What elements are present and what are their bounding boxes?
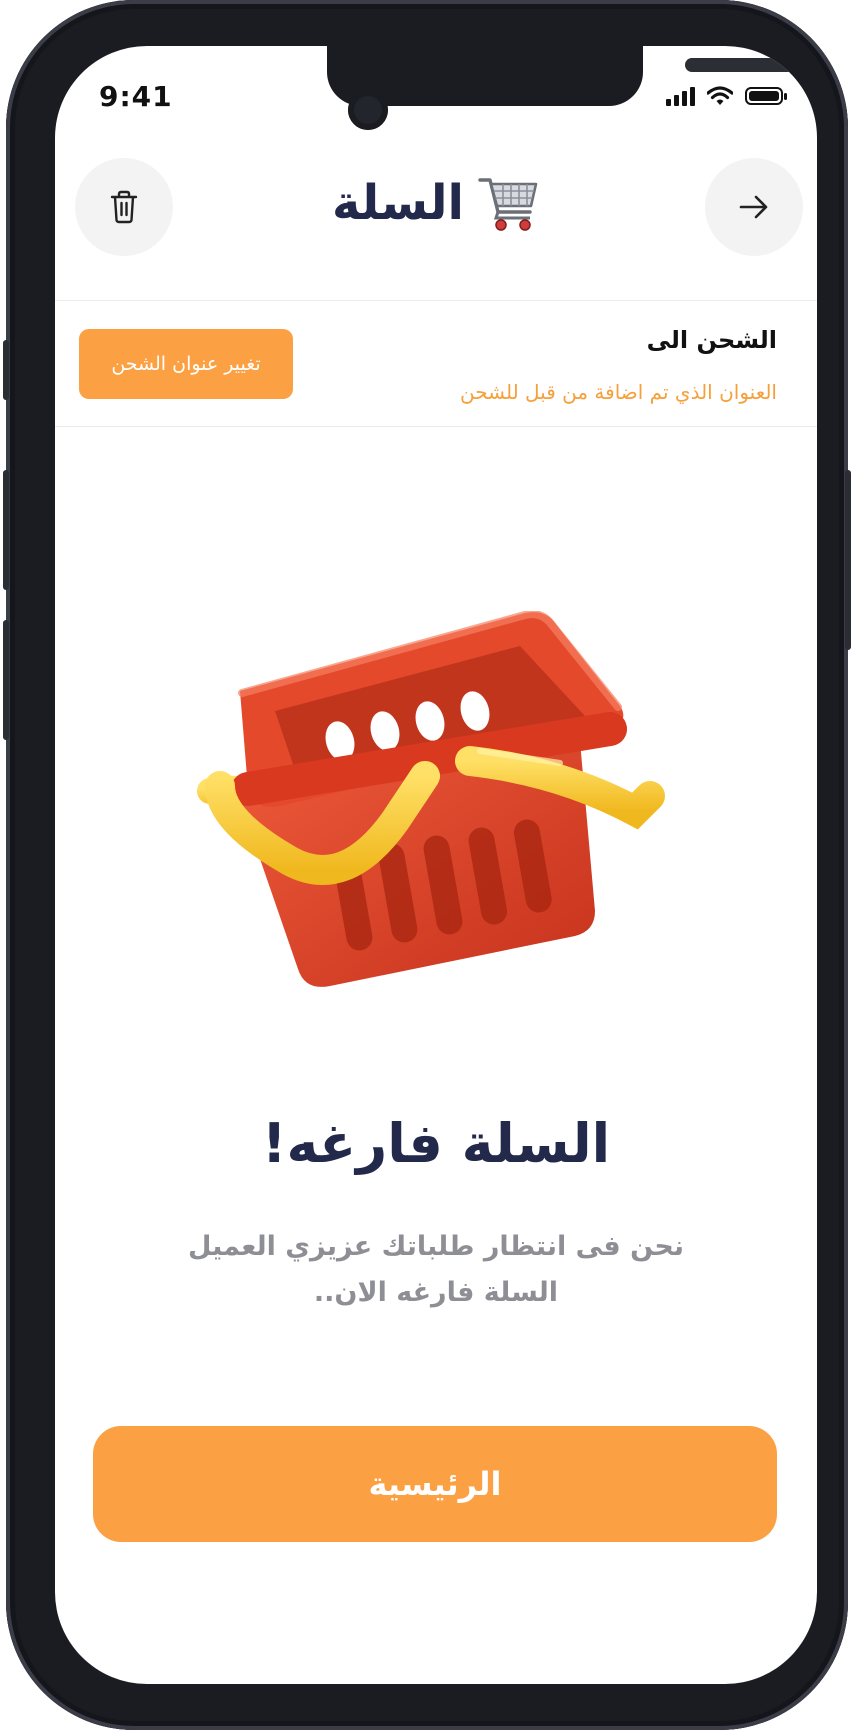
battery-icon <box>745 87 787 105</box>
silent-switch <box>3 340 9 400</box>
shipping-divider <box>55 426 817 427</box>
status-icons <box>666 86 787 106</box>
front-camera <box>348 90 388 130</box>
home-button[interactable]: الرئيسية <box>93 1426 777 1542</box>
empty-basket-illustration <box>197 611 665 987</box>
shipping-label: الشحن الى <box>646 326 777 354</box>
shipping-address: العنوان الذي تم اضافة من قبل للشحن <box>459 380 777 404</box>
arrow-right-icon <box>739 195 768 219</box>
empty-cart-message-line1: نحن فى انتظار طلباتك عزيزي العميل <box>188 1231 684 1262</box>
change-address-button[interactable]: تغيير عنوان الشحن <box>79 329 293 399</box>
wifi-icon <box>707 86 733 105</box>
empty-cart-title: السلة فارغه! <box>261 1112 611 1175</box>
empty-cart-message-line2: السلة فارغه الان.. <box>313 1277 559 1308</box>
shopping-cart-icon <box>478 178 538 231</box>
app-screen: 9:41 السلة الشحن الى العنوان الذي تم اضا… <box>55 46 817 1684</box>
power-button <box>845 470 851 650</box>
signal-icon <box>666 86 695 106</box>
speaker <box>685 58 817 72</box>
back-button[interactable] <box>705 158 803 256</box>
page-title: السلة <box>331 175 465 231</box>
volume-down-button <box>3 620 9 740</box>
header-divider <box>55 300 817 301</box>
volume-up-button <box>3 470 9 590</box>
status-time: 9:41 <box>99 80 173 113</box>
phone-frame: 9:41 السلة الشحن الى العنوان الذي تم اضا… <box>3 0 851 1730</box>
header-title-group: السلة <box>55 174 817 232</box>
empty-cart-message: نحن فى انتظار طلباتك عزيزي العميل السلة … <box>55 1224 817 1316</box>
